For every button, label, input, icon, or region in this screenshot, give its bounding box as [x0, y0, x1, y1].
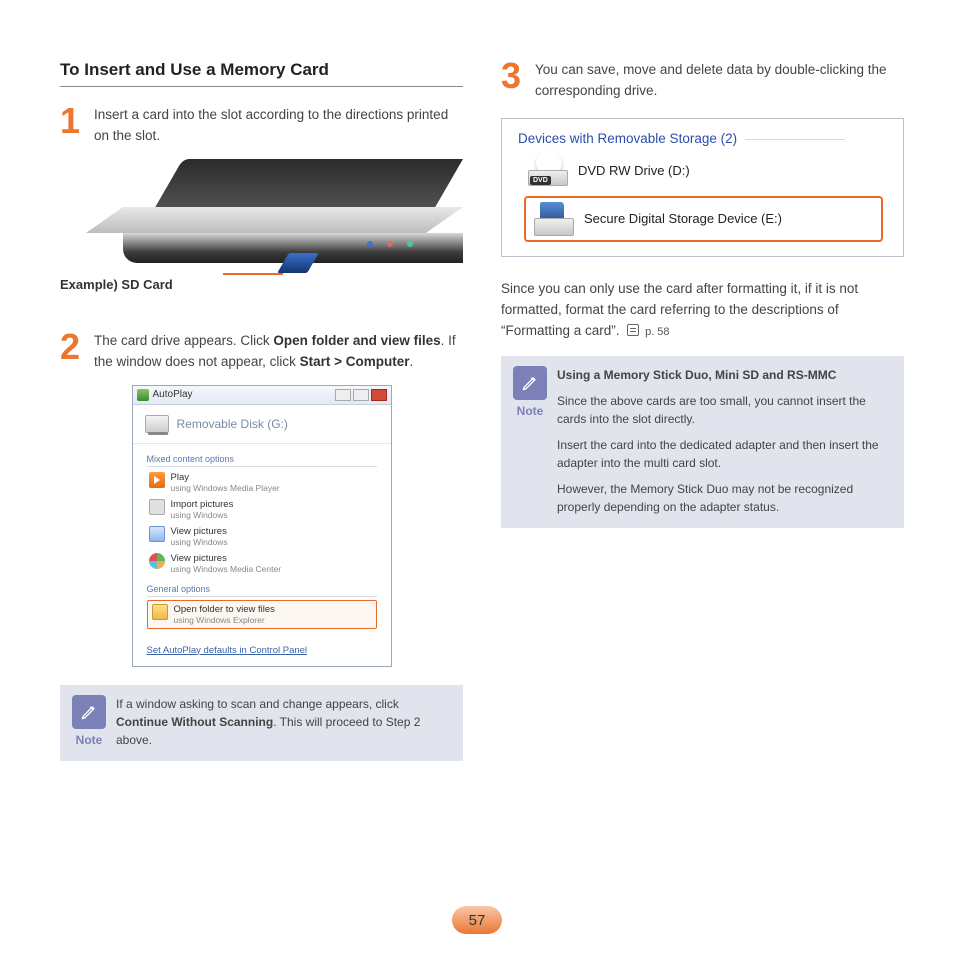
autoplay-window: AutoPlay Removable Disk (G:) Mixed conte… — [132, 385, 392, 667]
step-2-text: The card drive appears. Click Open folde… — [94, 331, 463, 373]
autoplay-option-play[interactable]: Playusing Windows Media Player — [147, 470, 377, 497]
device-dvd-label: DVD RW Drive (D:) — [578, 163, 690, 178]
dvd-drive-icon: DVD — [528, 156, 568, 186]
page-number: 57 — [452, 906, 502, 934]
step-3: 3 You can save, move and delete data by … — [501, 60, 904, 102]
note-memorystick: Note Using a Memory Stick Duo, Mini SD a… — [501, 356, 904, 528]
autoplay-option-open-folder[interactable]: Open folder to view filesusing Windows E… — [147, 600, 377, 629]
device-sd[interactable]: Secure Digital Storage Device (E:) — [524, 196, 883, 242]
minimize-button[interactable] — [335, 389, 351, 401]
photo-viewer-icon — [149, 526, 165, 542]
autoplay-option-view-mediacenter[interactable]: View picturesusing Windows Media Center — [147, 551, 377, 578]
maximize-button[interactable] — [353, 389, 369, 401]
media-center-icon — [149, 553, 165, 569]
note-label: Note — [76, 733, 103, 747]
drive-icon — [145, 415, 169, 433]
formatting-paragraph: Since you can only use the card after fo… — [501, 279, 904, 342]
autoplay-option-import[interactable]: Import picturesusing Windows — [147, 497, 377, 524]
laptop-illustration: Example) SD Card — [60, 159, 463, 309]
step-1: 1 Insert a card into the slot according … — [60, 105, 463, 147]
note-scan: Note If a window asking to scan and chan… — [60, 685, 463, 761]
pencil-icon — [513, 366, 547, 400]
step-number: 2 — [60, 331, 90, 363]
devices-group-title: Devices with Removable Storage (2) — [512, 127, 893, 150]
section-title: To Insert and Use a Memory Card — [60, 60, 463, 87]
device-sd-label: Secure Digital Storage Device (E:) — [584, 211, 782, 226]
autoplay-option-view-windows[interactable]: View picturesusing Windows — [147, 524, 377, 551]
pencil-icon — [72, 695, 106, 729]
step-1-text: Insert a card into the slot according to… — [94, 105, 463, 147]
autoplay-app-icon — [137, 389, 149, 401]
page-ref-text: p. 58 — [645, 326, 669, 338]
sd-drive-icon — [534, 202, 574, 236]
note-label: Note — [517, 404, 544, 418]
folder-icon — [152, 604, 168, 620]
autoplay-group-mixed: Mixed content options — [147, 454, 377, 467]
autoplay-defaults-link[interactable]: Set AutoPlay defaults in Control Panel — [133, 639, 391, 666]
step-number: 1 — [60, 105, 90, 137]
sd-card-label: Example) SD Card — [60, 277, 173, 292]
autoplay-titlebar: AutoPlay — [133, 386, 391, 405]
device-dvd[interactable]: DVD DVD RW Drive (D:) — [512, 150, 893, 192]
camera-icon — [149, 499, 165, 515]
note-memorystick-body: Using a Memory Stick Duo, Mini SD and RS… — [557, 366, 890, 516]
close-button[interactable] — [371, 389, 387, 401]
step-2: 2 The card drive appears. Click Open fol… — [60, 331, 463, 373]
autoplay-title: AutoPlay — [153, 389, 193, 400]
note-scan-body: If a window asking to scan and change ap… — [116, 695, 449, 749]
page-ref-icon — [627, 324, 639, 336]
step-number: 3 — [501, 60, 531, 92]
autoplay-group-general: General options — [147, 584, 377, 597]
devices-panel: Devices with Removable Storage (2) DVD D… — [501, 118, 904, 257]
autoplay-drive-label: Removable Disk (G:) — [177, 417, 288, 431]
step-3-text: You can save, move and delete data by do… — [535, 60, 904, 102]
play-icon — [149, 472, 165, 488]
